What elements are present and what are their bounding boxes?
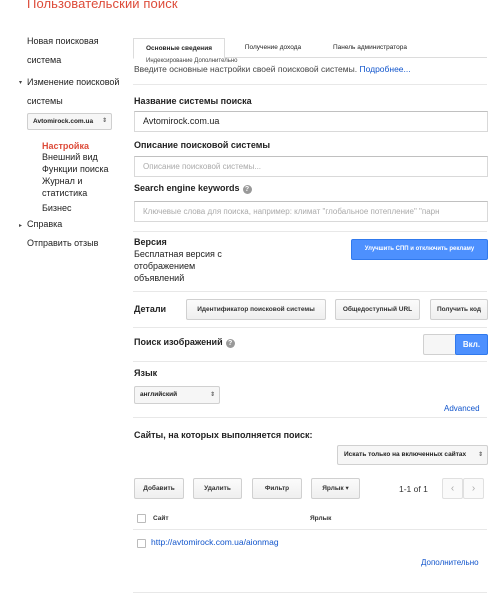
advanced-link[interactable]: Advanced — [444, 404, 480, 413]
keywords-input[interactable]: Ключевые слова для поиска, например: кли… — [134, 201, 488, 222]
public-url-button[interactable]: Общедоступный URL — [335, 299, 420, 320]
learn-more-link[interactable]: Подробнее... — [359, 64, 410, 74]
search-scope-value: Искать только на включенных сайтах — [344, 451, 467, 458]
engine-name-label: Название системы поиска — [134, 96, 252, 106]
prev-page-icon[interactable]: ‹ — [442, 478, 463, 499]
version-label: Версия — [134, 237, 167, 247]
more-link[interactable]: Дополнительно — [421, 558, 479, 567]
sidebar-item-help[interactable]: Справка — [27, 215, 62, 234]
language-label: Язык — [134, 368, 158, 378]
label-dropdown-button[interactable]: Ярлык ▾ — [311, 478, 360, 499]
engine-select-value: Avtomirock.com.ua — [33, 118, 94, 125]
select-all-checkbox[interactable] — [137, 514, 146, 523]
engine-select[interactable]: Avtomirock.com.ua ⇕ — [27, 113, 112, 130]
sidebar-item-appearance[interactable]: Внешний вид — [42, 152, 98, 163]
help-icon[interactable]: ? — [242, 185, 252, 194]
sidebar-item-stats[interactable]: Журнал и — [42, 176, 82, 187]
tab-bar: Основные сведения Получение дохода Панел… — [133, 38, 487, 59]
sidebar-item-search-features[interactable]: Функции поиска — [42, 164, 109, 175]
sidebar-item-feedback[interactable]: Отправить отзыв — [27, 234, 98, 253]
version-text: Бесплатная версия с отображением объявле… — [134, 249, 222, 283]
language-select-value: английский — [140, 391, 178, 398]
divider — [133, 327, 487, 328]
engine-name-input[interactable]: Avtomirock.com.ua — [134, 111, 488, 132]
toggle-on-label: Вкл. — [455, 334, 488, 355]
pagination-text: 1-1 of 1 — [399, 484, 428, 494]
engine-id-button[interactable]: Идентификатор поисковой системы — [186, 299, 326, 320]
updown-arrows-icon: ⇕ — [101, 118, 107, 124]
divider — [133, 417, 487, 418]
sidebar: Новая поисковая система ▾ Изменение поис… — [0, 0, 125, 600]
divider — [133, 592, 487, 593]
divider — [133, 231, 487, 232]
sites-label: Сайты, на которых выполняется поиск: — [134, 430, 313, 440]
collapse-arrow-icon[interactable]: ▸ — [19, 222, 22, 229]
divider — [133, 361, 487, 362]
column-header-site[interactable]: Сайт — [153, 515, 169, 522]
filter-button[interactable]: Фильтр — [252, 478, 302, 499]
language-select[interactable]: английский ⇕ — [134, 386, 220, 404]
details-label: Детали — [134, 304, 167, 314]
keywords-label: Search engine keywords? — [134, 183, 252, 194]
engine-description-label: Описание поисковой системы — [134, 140, 271, 150]
sidebar-item-edit-engine-cont[interactable]: системы — [27, 92, 63, 111]
site-url-link[interactable]: http://avtomirock.com.ua/aionmag — [151, 537, 279, 547]
help-icon[interactable]: ? — [225, 339, 235, 348]
upgrade-button[interactable]: Улучшить СПП и отключить рекламу — [351, 239, 488, 260]
sidebar-item-edit-engine[interactable]: Изменение поисковой — [27, 73, 119, 92]
get-code-button[interactable]: Получить код — [430, 299, 488, 320]
image-search-toggle[interactable]: Вкл. — [423, 334, 488, 355]
row-checkbox[interactable] — [137, 539, 146, 548]
divider — [133, 291, 487, 292]
divider — [133, 84, 487, 85]
sidebar-item-new-engine[interactable]: Новая поисковая — [27, 32, 99, 51]
tab-monetization[interactable]: Получение дохода — [228, 38, 318, 58]
updown-arrows-icon: ⇕ — [209, 392, 215, 398]
divider — [133, 529, 487, 530]
column-header-label[interactable]: Ярлык — [310, 515, 331, 522]
tab-basics[interactable]: Основные сведения — [133, 38, 225, 59]
tab-admin-panel[interactable]: Панель администратора — [318, 38, 422, 58]
engine-description-input[interactable]: Описание поисковой системы... — [134, 156, 488, 177]
add-site-button[interactable]: Добавить — [134, 478, 184, 499]
intro-text: Введите основные настройки своей поисков… — [134, 64, 411, 74]
sidebar-item-business[interactable]: Бизнес — [42, 203, 72, 214]
sidebar-item-new-engine-cont[interactable]: система — [27, 51, 61, 70]
search-scope-select[interactable]: Искать только на включенных сайтах ⇕ — [337, 445, 488, 465]
next-page-icon[interactable]: › — [463, 478, 484, 499]
dropdown-arrow-icon: ▾ — [345, 485, 349, 492]
sidebar-item-stats-cont[interactable]: статистика — [42, 188, 87, 199]
delete-site-button[interactable]: Удалить — [193, 478, 242, 499]
sidebar-item-settings[interactable]: Настройка — [42, 141, 89, 152]
updown-arrows-icon: ⇕ — [477, 452, 483, 458]
expand-arrow-icon[interactable]: ▾ — [19, 79, 22, 86]
image-search-label: Поиск изображений? — [134, 337, 235, 348]
